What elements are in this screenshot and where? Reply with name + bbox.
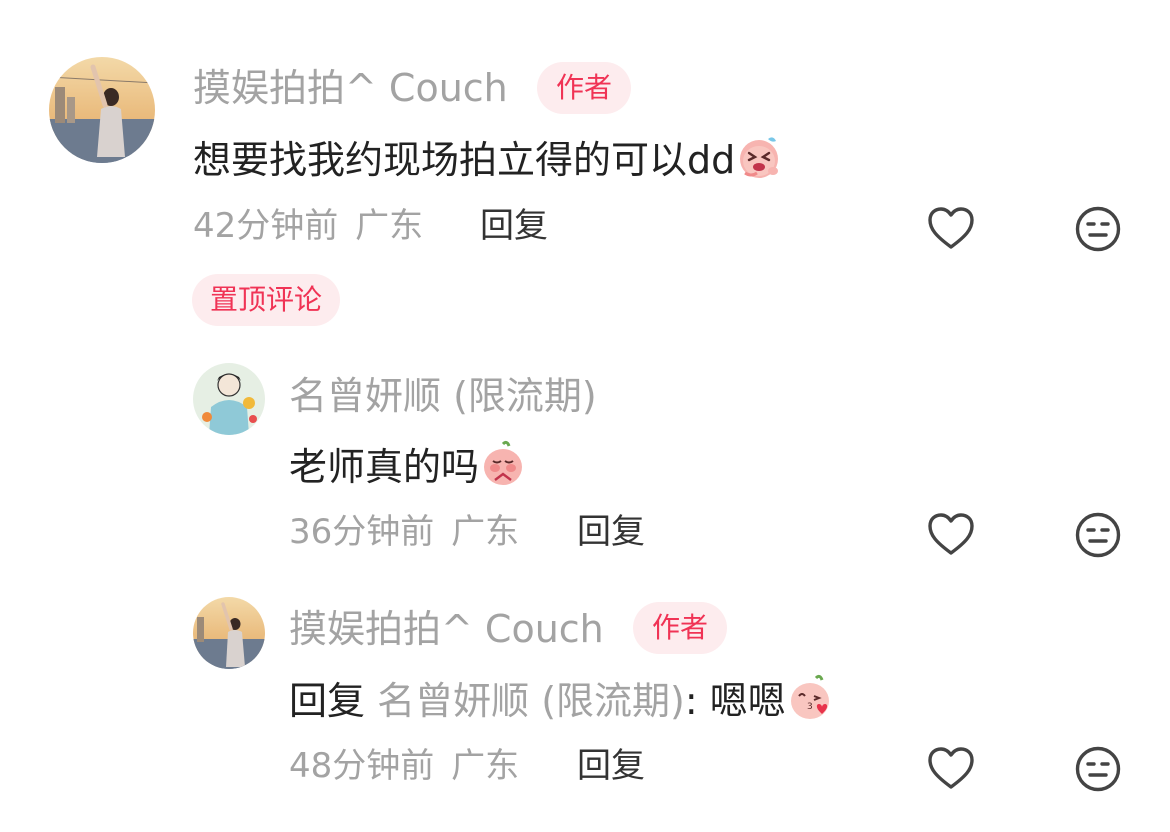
reply-text-content: 老师真的吗: [289, 445, 480, 489]
pinned-comment-label: 置顶评论: [192, 274, 341, 326]
reply-separator: :: [684, 679, 698, 723]
comment-time: 42分钟前: [193, 206, 339, 246]
author-badge: 作者: [633, 602, 728, 654]
reply-button[interactable]: 回复: [577, 512, 645, 552]
comment-region: 广东: [355, 206, 424, 246]
meh-face-icon[interactable]: [1074, 745, 1122, 793]
svg-text:3: 3: [807, 702, 813, 712]
reply-region: 广东: [451, 746, 520, 786]
reply-text: 老师真的吗: [289, 440, 527, 490]
heart-outline-icon[interactable]: [926, 205, 976, 253]
author-badge: 作者: [537, 62, 632, 114]
heart-outline-icon[interactable]: [926, 511, 976, 559]
reply-target-name[interactable]: 名曾妍顺 (限流期): [377, 679, 685, 723]
comment-text: 想要找我约现场拍立得的可以dd: [193, 133, 783, 183]
reply-text-content: 嗯嗯: [709, 679, 786, 723]
reply-meta: 48分钟前 广东: [289, 746, 519, 786]
reply-prefix: 回复: [289, 679, 366, 723]
meh-face-icon[interactable]: [1074, 205, 1122, 253]
reply-time: 48分钟前: [289, 746, 435, 786]
reply-text: 回复 名曾妍顺 (限流期): 嗯嗯 3: [289, 674, 834, 724]
comment-author-name[interactable]: 摸娱拍拍^ Couch: [193, 66, 508, 110]
author-avatar[interactable]: [49, 57, 155, 163]
reply-time: 36分钟前: [289, 512, 435, 552]
reply-author-name[interactable]: 摸娱拍拍^ Couch: [289, 607, 604, 651]
comment-meta: 42分钟前 广东: [193, 206, 423, 246]
reply-avatar[interactable]: [193, 363, 265, 435]
reply-region: 广东: [451, 512, 520, 552]
reply-button[interactable]: 回复: [480, 206, 548, 246]
meh-face-icon[interactable]: [1074, 511, 1122, 559]
reply-meta: 36分钟前 广东: [289, 512, 519, 552]
kiss-heart-emoji-icon: 3: [786, 674, 834, 722]
comment-text-content: 想要找我约现场拍立得的可以dd: [193, 138, 736, 182]
reply-button[interactable]: 回复: [577, 746, 645, 786]
reply-author-name[interactable]: 名曾妍顺 (限流期): [289, 374, 597, 418]
heart-outline-icon[interactable]: [926, 745, 976, 793]
laughing-tears-emoji-icon: [735, 133, 783, 181]
pleading-emoji-icon: [479, 440, 527, 488]
reply-avatar[interactable]: [193, 597, 265, 669]
